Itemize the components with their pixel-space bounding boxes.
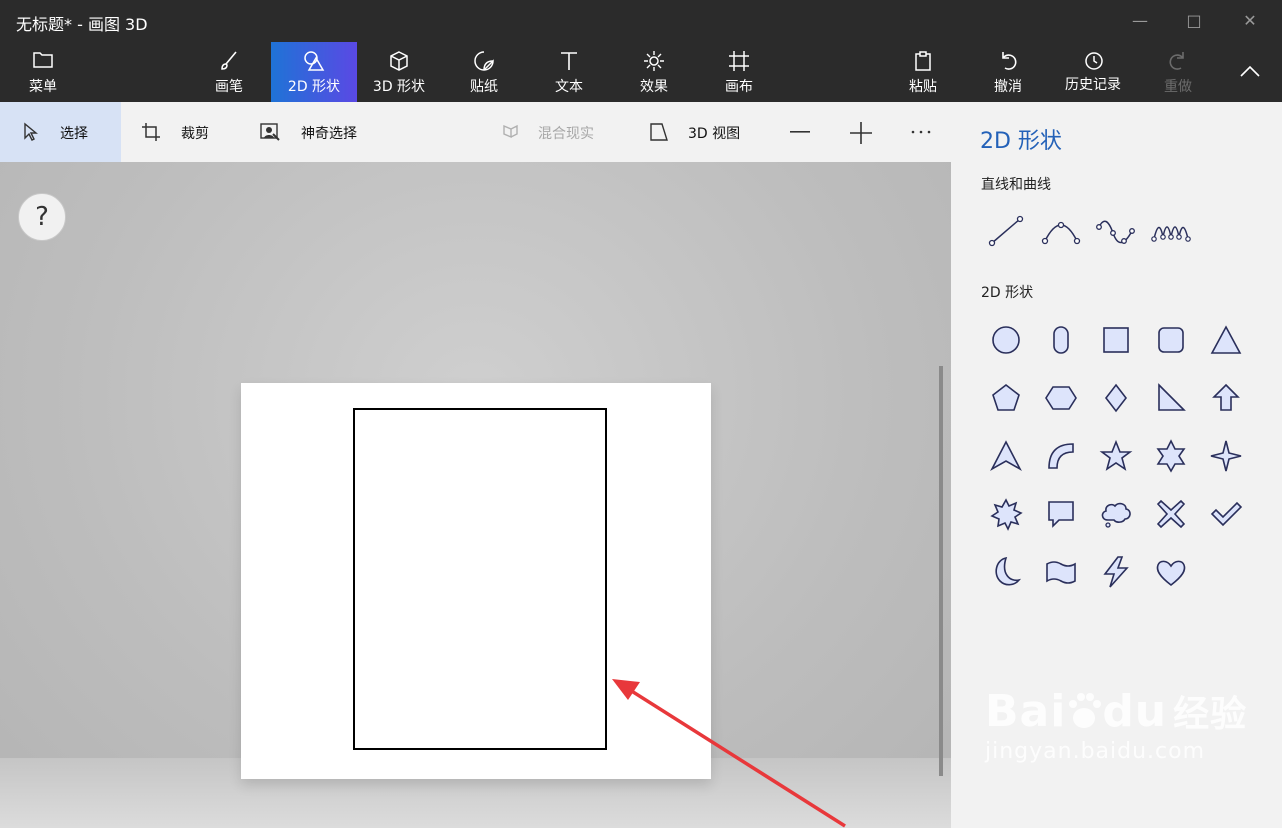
baidu-watermark: Bai du 经验 jingyan.baidu.com [985,685,1247,764]
paw-logo [1066,690,1102,730]
watermark-brand-2: du [1102,686,1168,737]
watermark-url: jingyan.baidu.com [985,739,1206,764]
watermark-brand: Bai [985,686,1067,737]
watermark-cn: 经验 [1173,694,1248,735]
